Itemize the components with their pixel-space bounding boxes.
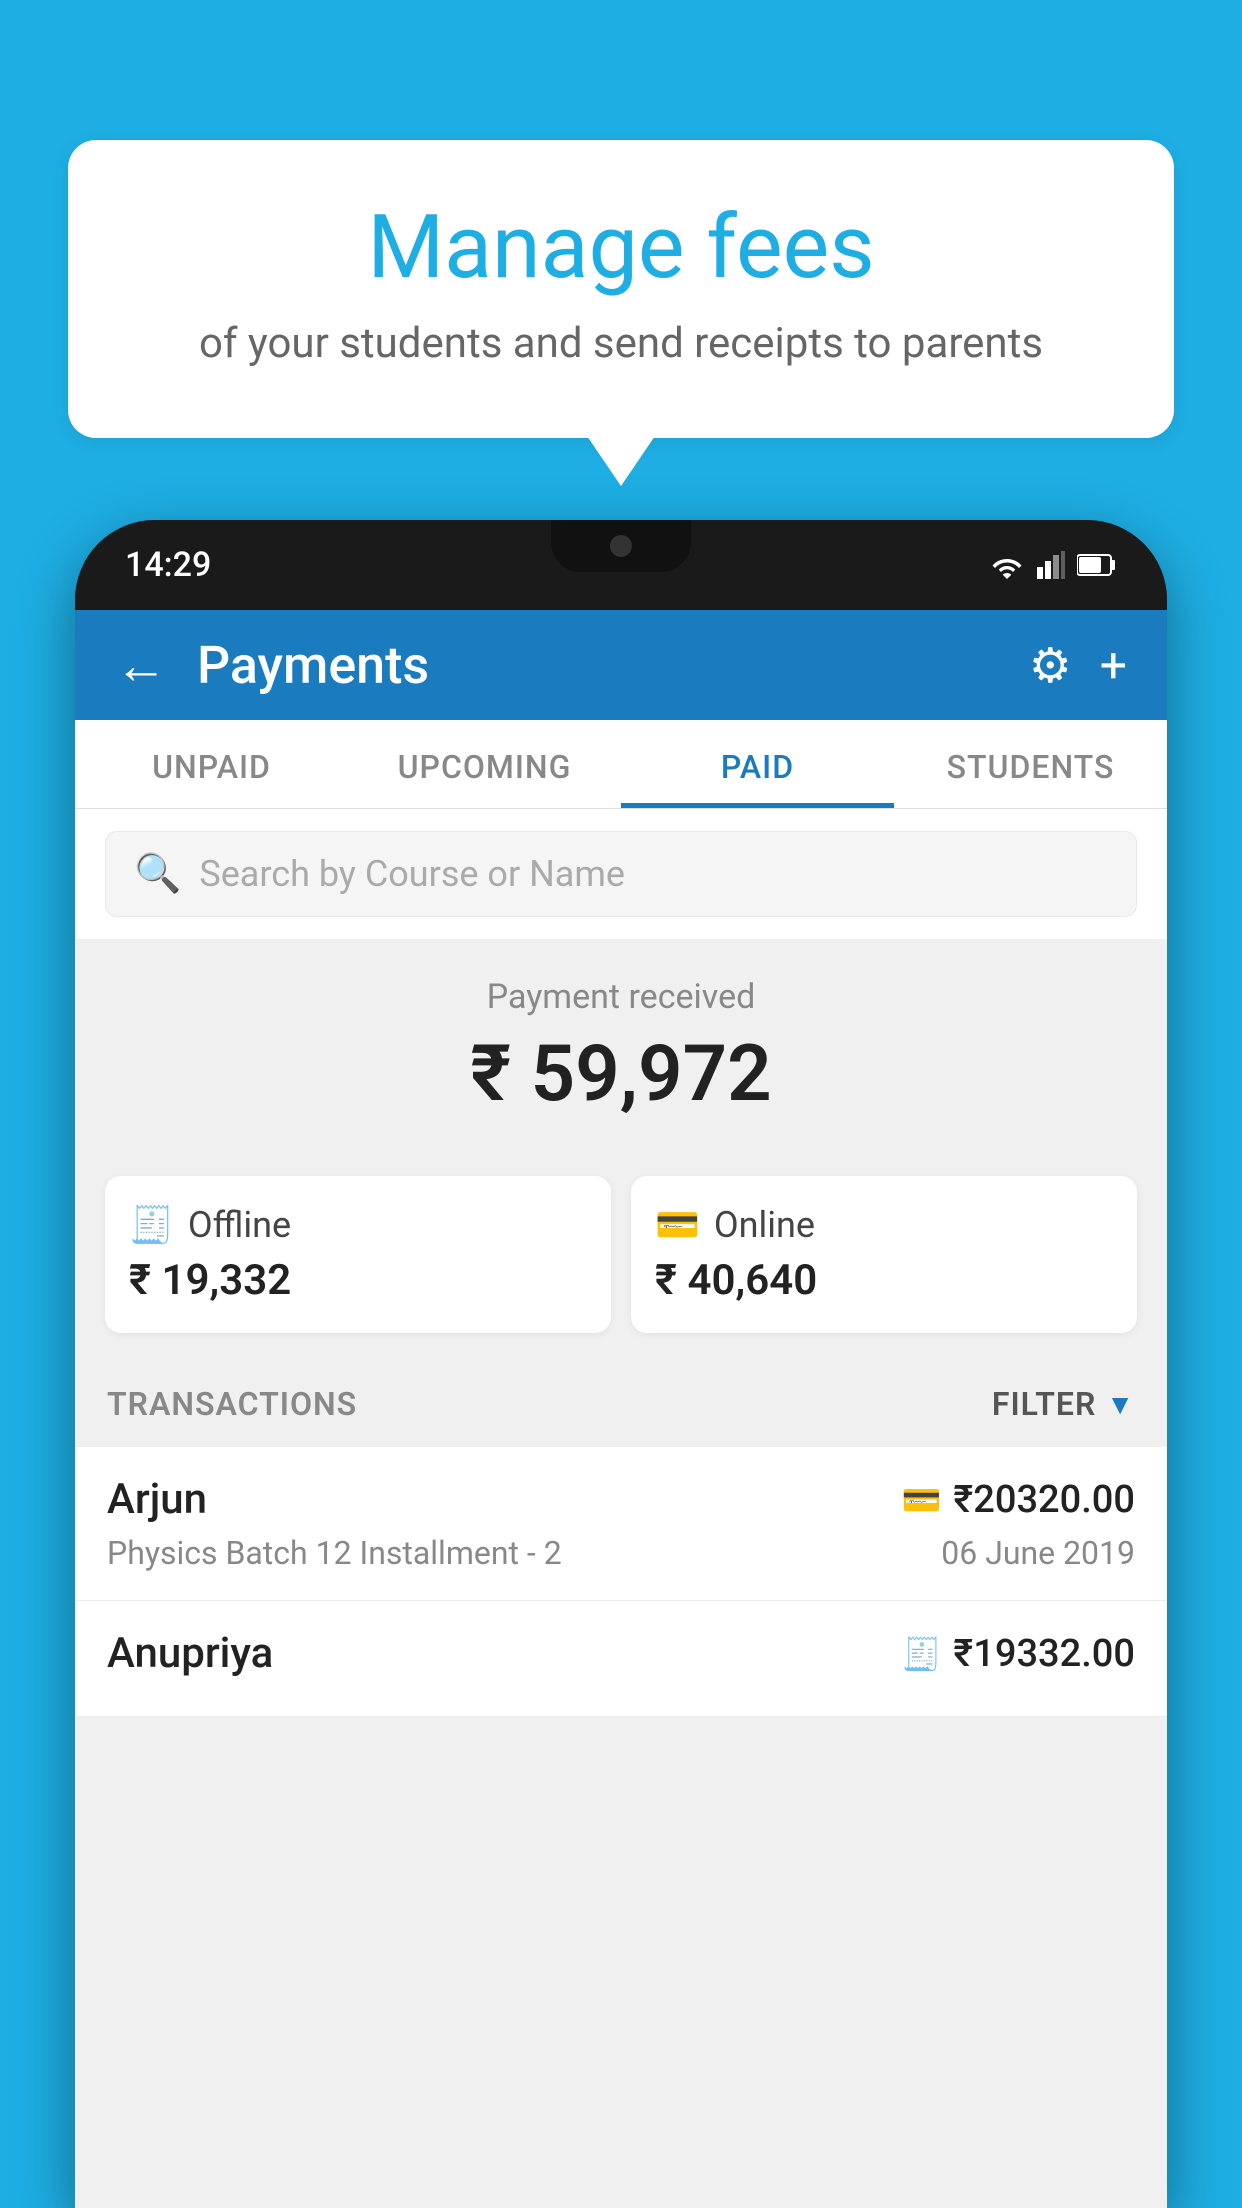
notch [551, 520, 691, 572]
transactions-header: TRANSACTIONS FILTER ▼ [75, 1361, 1167, 1447]
table-row[interactable]: Anupriya 🧾 ₹19332.00 [75, 1601, 1167, 1717]
offline-card: 🧾 Offline ₹ 19,332 [105, 1176, 611, 1333]
status-time: 14:29 [125, 545, 211, 585]
payment-received-label: Payment received [105, 977, 1137, 1017]
search-input[interactable]: Search by Course or Name [199, 853, 625, 895]
offline-icon: 🧾 [129, 1204, 174, 1246]
tab-bar: UNPAID UPCOMING PAID STUDENTS [75, 720, 1167, 809]
offline-payment-icon: 🧾 [902, 1635, 942, 1673]
settings-icon[interactable]: ⚙ [1029, 637, 1072, 694]
app-header: ← Payments ⚙ + [75, 610, 1167, 720]
transaction-amount: ₹20320.00 [953, 1478, 1135, 1522]
transaction-date: 06 June 2019 [941, 1534, 1135, 1572]
camera [610, 535, 632, 557]
payment-summary: Payment received ₹ 59,972 [75, 939, 1167, 1176]
search-icon: 🔍 [134, 852, 181, 896]
filter-icon: ▼ [1106, 1388, 1135, 1421]
app-content: ← Payments ⚙ + UNPAID UPCOMING PAID STUD… [75, 610, 1167, 2208]
table-row[interactable]: Arjun 💳 ₹20320.00 Physics Batch 12 Insta… [75, 1447, 1167, 1601]
offline-amount: ₹ 19,332 [129, 1256, 587, 1305]
transaction-amount: ₹19332.00 [953, 1632, 1135, 1676]
filter-button[interactable]: FILTER ▼ [992, 1385, 1135, 1423]
search-bar[interactable]: 🔍 Search by Course or Name [105, 831, 1137, 917]
transaction-amount-wrap: 🧾 ₹19332.00 [902, 1632, 1135, 1676]
offline-label: Offline [188, 1204, 291, 1246]
wifi-icon [989, 551, 1025, 579]
tab-students[interactable]: STUDENTS [894, 720, 1167, 808]
status-bar: 14:29 [75, 520, 1167, 610]
online-label: Online [714, 1204, 815, 1246]
payment-total-amount: ₹ 59,972 [105, 1029, 1137, 1120]
tab-paid[interactable]: PAID [621, 720, 894, 808]
bubble-subtitle: of your students and send receipts to pa… [118, 319, 1124, 368]
payment-cards: 🧾 Offline ₹ 19,332 💳 Online ₹ 40,640 [75, 1176, 1167, 1361]
phone-shell: 14:29 ← [75, 520, 1167, 2208]
bubble-title: Manage fees [118, 200, 1124, 297]
back-button[interactable]: ← [115, 635, 167, 696]
header-actions: ⚙ + [1029, 637, 1127, 694]
online-amount: ₹ 40,640 [655, 1256, 1113, 1305]
online-icon: 💳 [655, 1204, 700, 1246]
transaction-desc: Physics Batch 12 Installment - 2 [107, 1534, 562, 1572]
search-container: 🔍 Search by Course or Name [75, 809, 1167, 939]
transaction-name: Anupriya [107, 1629, 273, 1678]
speech-bubble: Manage fees of your students and send re… [68, 140, 1174, 438]
transaction-name: Arjun [107, 1475, 207, 1524]
add-icon[interactable]: + [1100, 637, 1127, 694]
header-title: Payments [197, 635, 999, 696]
tab-upcoming[interactable]: UPCOMING [348, 720, 621, 808]
signal-icon [1037, 551, 1065, 579]
transaction-amount-wrap: 💳 ₹20320.00 [902, 1478, 1135, 1522]
filter-label: FILTER [992, 1385, 1096, 1423]
tab-unpaid[interactable]: UNPAID [75, 720, 348, 808]
battery-icon [1077, 553, 1117, 577]
online-payment-icon: 💳 [902, 1481, 942, 1519]
transactions-label: TRANSACTIONS [107, 1385, 357, 1423]
status-icons [989, 551, 1117, 579]
online-card: 💳 Online ₹ 40,640 [631, 1176, 1137, 1333]
